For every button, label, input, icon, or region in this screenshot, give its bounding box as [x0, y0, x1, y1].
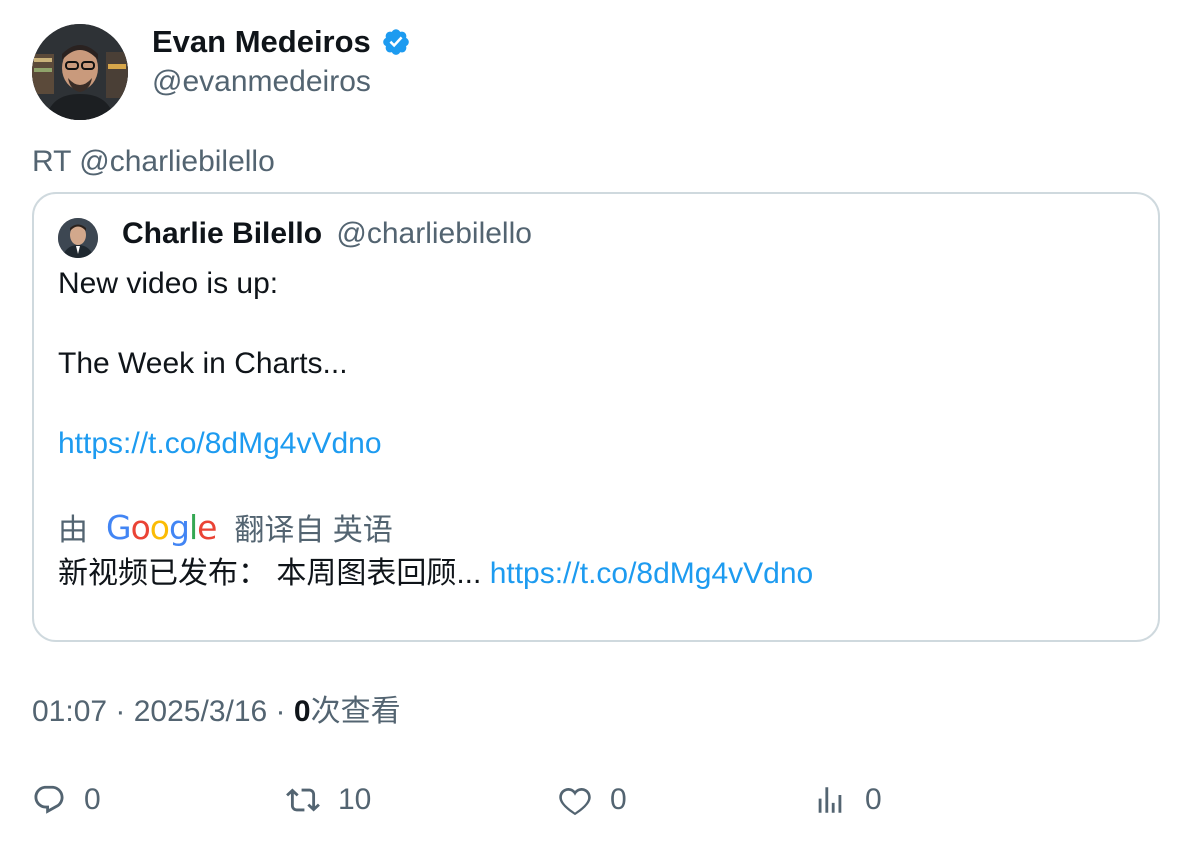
translated-from-label: 翻译自 英语	[234, 514, 393, 547]
translation-text: 新视频已发布： 本周图表回顾...	[58, 557, 482, 590]
like-count: 0	[610, 783, 627, 816]
quoted-author[interactable]: Charlie Bilello @charliebilello	[122, 214, 532, 254]
views-count: 0	[865, 783, 882, 816]
verified-badge-icon	[383, 29, 409, 55]
retweet-button[interactable]: 10	[286, 776, 371, 824]
quoted-text-line-2: The Week in Charts...	[58, 347, 348, 380]
tweet-date[interactable]: 2025/3/16	[134, 695, 267, 728]
reply-icon	[34, 785, 64, 814]
avatar-photo	[32, 24, 128, 120]
meta-separator: ·	[267, 695, 294, 728]
reply-count: 0	[84, 783, 101, 816]
analytics-icon	[818, 787, 842, 813]
author-name-row[interactable]: Evan Medeiros	[152, 22, 411, 62]
author-handle[interactable]: @evanmedeiros	[152, 62, 371, 102]
translation-text-row: 新视频已发布： 本周图表回顾... https://t.co/8dMg4vVdn…	[58, 554, 813, 594]
action-bar: 0 10 0 0	[0, 776, 1196, 826]
author-name[interactable]: Evan Medeiros	[152, 22, 371, 62]
quoted-author-name[interactable]: Charlie Bilello	[122, 217, 322, 250]
meta-separator: ·	[107, 695, 134, 728]
translated-by-label: 由	[58, 514, 88, 547]
translation-attribution: 由 Google 翻译自 英语	[58, 506, 393, 548]
quoted-link[interactable]: https://t.co/8dMg4vVdno	[58, 424, 382, 464]
heart-icon	[559, 787, 591, 816]
view-count: 0	[293, 695, 311, 728]
tweet-meta: 01:07 · 2025/3/16 · 0次查看	[32, 692, 401, 732]
reply-button[interactable]: 0	[32, 776, 101, 824]
quoted-tweet-card[interactable]: Charlie Bilello @charliebilello New vide…	[32, 192, 1160, 642]
view-label: 次查看	[310, 695, 401, 728]
author-avatar[interactable]	[32, 24, 128, 120]
translation-link[interactable]: https://t.co/8dMg4vVdno	[490, 557, 814, 590]
tweet-time[interactable]: 01:07	[32, 695, 107, 728]
views-button[interactable]: 0	[813, 776, 882, 824]
like-button[interactable]: 0	[558, 776, 627, 824]
google-logo: Google	[106, 507, 217, 547]
retweet-line: RT @charliebilello	[32, 145, 275, 178]
retweet-icon	[286, 788, 320, 812]
quoted-author-handle[interactable]: @charliebilello	[336, 217, 532, 250]
quoted-avatar-photo	[58, 218, 98, 258]
quoted-author-avatar[interactable]	[58, 218, 98, 258]
quoted-text-line-1: New video is up:	[58, 267, 279, 300]
retweet-count: 10	[338, 783, 372, 816]
